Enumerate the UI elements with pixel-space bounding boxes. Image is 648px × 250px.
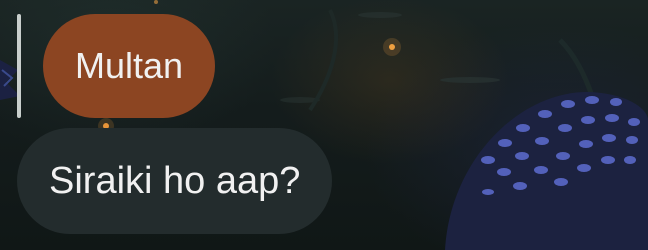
chat-screen: Multan Siraiki ho aap? [0, 0, 648, 250]
message-text: Siraiki ho aap? [49, 159, 301, 202]
message-bubble[interactable]: Siraiki ho aap? [17, 128, 333, 234]
reply-indicator-bar [17, 14, 21, 118]
quoted-message-text: Multan [75, 45, 184, 86]
quoted-message-bubble[interactable]: Multan [43, 14, 216, 118]
